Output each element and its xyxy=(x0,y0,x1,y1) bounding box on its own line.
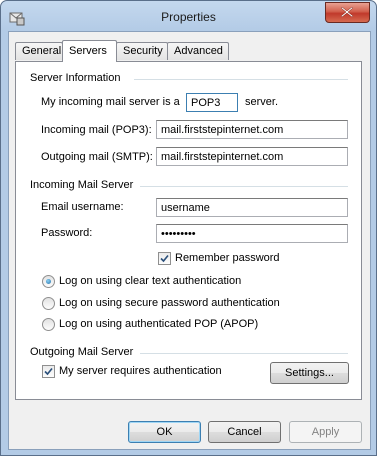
ok-button[interactable]: OK xyxy=(128,421,201,443)
remember-password-checkbox[interactable] xyxy=(158,252,171,265)
checkmark-icon xyxy=(160,254,169,263)
title-bar[interactable]: Properties xyxy=(1,1,376,33)
auth-clear-text-radio[interactable] xyxy=(42,275,55,288)
window-title: Properties xyxy=(161,10,216,24)
properties-window: Properties General Servers Security Adva… xyxy=(0,0,377,456)
dialog-client-area: General Servers Security Advanced Server… xyxy=(8,31,371,450)
outgoing-mail-label: Outgoing mail (SMTP): xyxy=(41,151,153,163)
email-username-label: Email username: xyxy=(41,201,124,213)
incoming-mail-server-heading: Incoming Mail Server xyxy=(30,179,134,191)
auth-clear-text-label: Log on using clear text authentication xyxy=(59,275,242,287)
group-divider xyxy=(140,353,348,354)
auth-secure-password-label: Log on using secure password authenticat… xyxy=(59,297,280,309)
servers-tab-panel: Server Information My incoming mail serv… xyxy=(15,61,362,400)
server-information-heading: Server Information xyxy=(30,72,121,84)
password-label: Password: xyxy=(41,227,93,239)
auth-secure-password-radio[interactable] xyxy=(42,297,55,310)
close-button[interactable] xyxy=(325,2,370,23)
settings-button[interactable]: Settings... xyxy=(270,362,349,384)
tab-servers[interactable]: Servers xyxy=(62,40,117,62)
incoming-mail-server-input[interactable] xyxy=(156,120,348,139)
server-type-field[interactable] xyxy=(186,93,238,112)
email-username-input[interactable] xyxy=(156,198,348,217)
remember-password-label: Remember password xyxy=(175,252,280,264)
outgoing-mail-server-heading: Outgoing Mail Server xyxy=(30,346,134,358)
apply-button[interactable]: Apply xyxy=(289,421,362,443)
requires-authentication-checkbox[interactable] xyxy=(42,365,55,378)
group-divider xyxy=(134,79,348,80)
auth-apop-label: Log on using authenticated POP (APOP) xyxy=(59,318,259,330)
password-input[interactable] xyxy=(156,224,348,243)
server-suffix-label: server. xyxy=(245,96,279,108)
tab-advanced[interactable]: Advanced xyxy=(167,42,229,60)
tab-security[interactable]: Security xyxy=(116,42,168,60)
requires-authentication-label: My server requires authentication xyxy=(59,365,222,377)
group-divider xyxy=(140,186,348,187)
cancel-button[interactable]: Cancel xyxy=(208,421,281,443)
incoming-mail-label: Incoming mail (POP3): xyxy=(41,124,152,136)
tab-general[interactable]: General xyxy=(15,42,63,60)
incoming-server-type-label: My incoming mail server is a xyxy=(41,96,180,108)
auth-apop-radio[interactable] xyxy=(42,318,55,331)
outgoing-mail-server-input[interactable] xyxy=(156,147,348,166)
radio-selected-dot xyxy=(46,279,51,284)
checkmark-icon xyxy=(44,367,53,376)
close-icon xyxy=(341,7,353,17)
